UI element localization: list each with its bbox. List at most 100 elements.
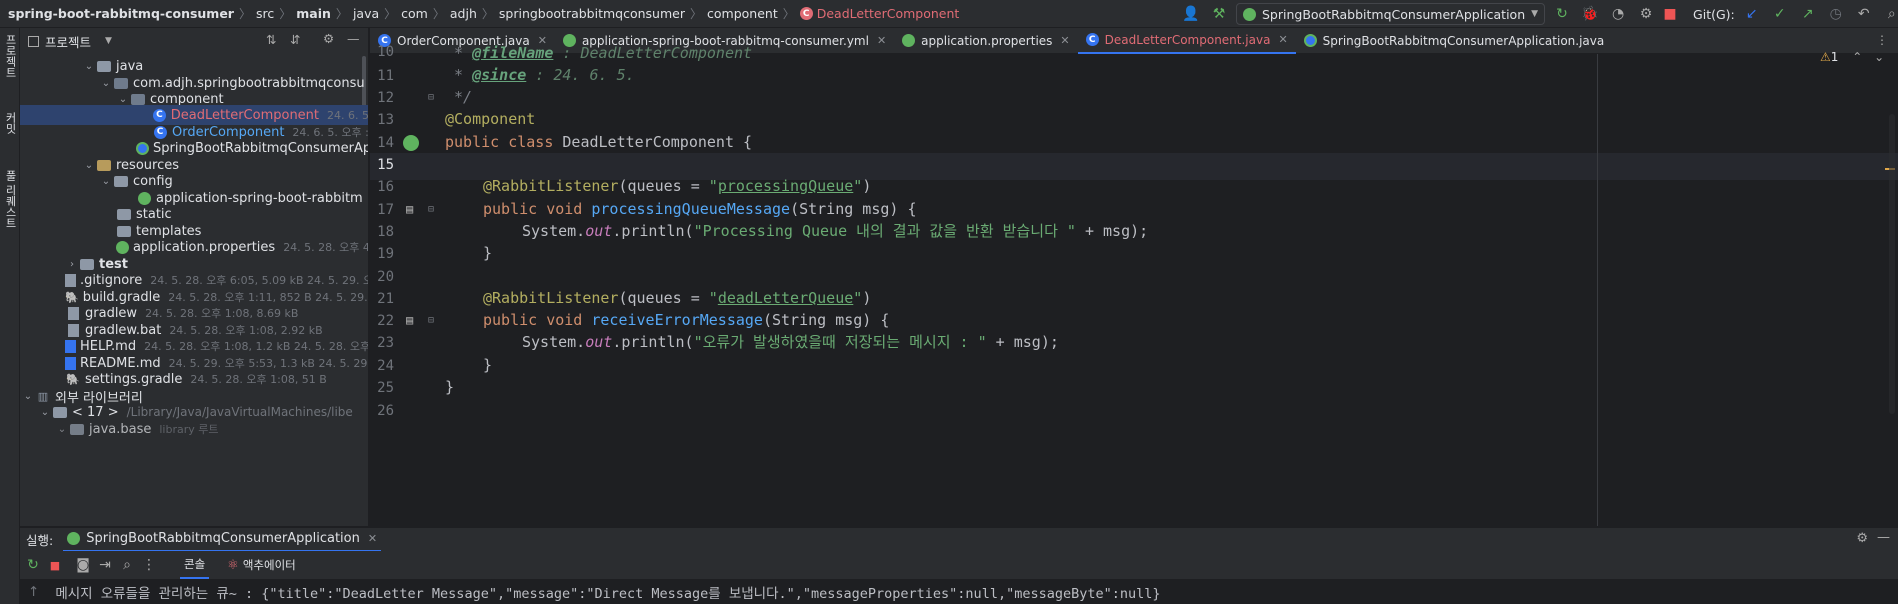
run-toolbar: ↻ ■ ◙ ⇥ ⌕ ⋮ 콘솔 ⚛ 액추에이터 — [20, 551, 1898, 579]
spring-icon — [67, 532, 81, 545]
chevron-down-icon: ⌄ — [101, 175, 111, 187]
breadcrumb-file[interactable]: DeadLetterComponent — [817, 6, 960, 21]
scroll-up-icon[interactable]: ↑ — [28, 584, 39, 600]
project-title[interactable]: 프로젝트 — [45, 32, 91, 51]
project-view-icon — [28, 35, 39, 47]
breadcrumb-package[interactable]: springbootrabbitmqconsumer — [499, 6, 685, 21]
project-panel: 프로젝트 ▼ ⇅ ⇵ ⚙ — ⌄ java ⌄ com.adjh.springboo… — [20, 28, 369, 526]
sidebar-tab-project[interactable]: 프로젝트 — [2, 34, 18, 78]
stop-icon[interactable]: ■ — [44, 554, 66, 576]
breadcrumb-component[interactable]: component — [707, 6, 778, 21]
class-icon: C — [1085, 33, 1099, 46]
sidebar-tab-pull-request[interactable]: 풀 리퀘스트 — [2, 170, 18, 229]
more-icon[interactable]: ⋮ — [138, 554, 160, 576]
line-number: 18 — [377, 224, 394, 240]
exit-icon[interactable]: ⇥ — [94, 554, 116, 576]
file-icon — [65, 306, 81, 320]
folder-icon — [96, 59, 112, 73]
inspection-widget[interactable]: ⚠1 ⌃ ⌄ — [1820, 50, 1884, 64]
editor-scrollbar[interactable] — [1889, 114, 1895, 414]
close-icon[interactable]: ✕ — [1278, 33, 1287, 46]
tree-item-java-base[interactable]: ⌄ java.base library 루트 — [20, 419, 368, 439]
rerun-icon[interactable]: ↻ — [1551, 3, 1573, 25]
git-push-icon[interactable]: ↗ — [1797, 3, 1819, 25]
close-icon[interactable]: ✕ — [368, 532, 377, 545]
breadcrumb-com[interactable]: com — [401, 6, 428, 21]
breadcrumb-separator: 〉 — [481, 7, 494, 21]
spring-bean-gutter-icon[interactable] — [403, 135, 419, 151]
right-margin-guide — [1597, 54, 1598, 526]
tab-application-properties[interactable]: application.properties ✕ — [894, 28, 1077, 54]
close-icon[interactable]: ✕ — [877, 34, 886, 47]
breadcrumb-project[interactable]: spring-boot-rabbitmq-consumer — [8, 6, 234, 21]
fold-icon[interactable]: ⊟ — [428, 92, 434, 103]
code-editor[interactable]: ⚠1 ⌃ ⌄ 10 11 12 13 14 15 16 17 18 19 20 … — [370, 44, 1898, 526]
breadcrumb-java[interactable]: java — [353, 6, 379, 21]
chevron-down-icon[interactable]: ⌄ — [1874, 50, 1884, 64]
fold-icon[interactable]: ⊟ — [428, 315, 434, 326]
gear-icon[interactable]: ⚙ — [323, 31, 334, 46]
spring-icon — [1243, 7, 1256, 21]
chevron-down-icon: ⌄ — [84, 60, 94, 72]
breadcrumb-main[interactable]: main — [296, 6, 331, 21]
tab-deadlettercomponent[interactable]: C DeadLetterComponent.java ✕ — [1077, 28, 1296, 54]
breadcrumb-adjh[interactable]: adjh — [450, 6, 477, 21]
run-config-selector[interactable]: SpringBootRabbitmqConsumerApplication ▼ — [1236, 3, 1546, 25]
tab-console[interactable]: 콘솔 — [180, 551, 210, 579]
line-number: 15 — [377, 157, 394, 173]
tab-overflow-icon[interactable]: ⋮ — [1876, 33, 1888, 47]
console-line: 메시지 오류들을 관리하는 큐~ : {"title":"DeadLetter … — [55, 585, 1161, 602]
user-icon[interactable]: 👤 — [1180, 3, 1202, 25]
rollback-icon[interactable]: ↶ — [1853, 3, 1875, 25]
tab-actuator[interactable]: ⚛ 액추에이터 — [227, 551, 296, 579]
folder-icon — [116, 207, 132, 221]
code-line-18: System.out.println("Processing Queue 내의 … — [522, 222, 1149, 240]
history-icon[interactable]: ◷ — [1825, 3, 1847, 25]
camera-icon[interactable]: ◙ — [72, 554, 94, 576]
line-number: 25 — [377, 380, 394, 396]
markdown-icon — [65, 339, 76, 353]
line-number: 23 — [377, 335, 394, 351]
chevron-right-icon: › — [70, 258, 74, 270]
code-line-25: } — [445, 378, 455, 396]
build-hammer-icon[interactable]: ⚒ — [1208, 3, 1230, 25]
navigation-bar: spring-boot-rabbitmq-consumer 〉 src 〉 main… — [0, 0, 1898, 28]
folder-icon — [116, 224, 132, 238]
breadcrumb-src[interactable]: src — [256, 6, 274, 21]
fold-icon[interactable]: ⊟ — [428, 204, 434, 215]
console-output[interactable]: ↑ 메시지 오류들을 관리하는 큐~ : {"title":"DeadLette… — [20, 579, 1898, 604]
git-commit-icon[interactable]: ✓ — [1769, 3, 1791, 25]
expand-all-icon[interactable]: ⇅ — [266, 32, 276, 47]
folder-icon — [52, 405, 68, 419]
close-icon[interactable]: ✕ — [1060, 34, 1069, 47]
profiler-icon[interactable]: ⚙ — [1635, 3, 1657, 25]
run-config-tab[interactable]: SpringBootRabbitmqConsumerApplication ✕ — [63, 528, 382, 552]
rabbit-listener-gutter-icon[interactable]: ▤ — [406, 313, 413, 327]
sidebar-tab-commit[interactable]: 커밋 — [2, 112, 18, 134]
breadcrumb-separator: 〉 — [689, 7, 702, 21]
chevron-down-icon: ⌄ — [84, 159, 94, 171]
rerun-icon[interactable]: ↻ — [22, 554, 44, 576]
rabbit-listener-gutter-icon[interactable]: ▤ — [406, 202, 413, 216]
minimize-icon[interactable]: — — [347, 31, 360, 46]
gear-icon[interactable]: ⚙ — [1856, 531, 1868, 546]
coverage-icon[interactable]: ◔ — [1607, 3, 1629, 25]
collapse-all-icon[interactable]: ⇵ — [290, 32, 300, 47]
chevron-up-icon[interactable]: ⌃ — [1852, 50, 1862, 64]
gradle-icon: 🐘 — [66, 372, 80, 386]
code-line-14: public class DeadLetterComponent { — [445, 133, 753, 151]
minimize-icon[interactable]: — — [1877, 530, 1890, 545]
search-icon[interactable]: ⌕ — [1881, 3, 1898, 25]
git-update-icon[interactable]: ↙ — [1741, 3, 1763, 25]
package-icon — [130, 92, 146, 106]
chevron-down-icon: ⌄ — [57, 423, 67, 435]
stop-icon[interactable]: ■ — [1663, 3, 1677, 25]
code-line-11: * @since : 24. 6. 5. — [445, 66, 635, 84]
class-icon: C — [152, 108, 167, 122]
chevron-down-icon[interactable]: ▼ — [105, 36, 112, 46]
warning-icon: ⚠ — [1820, 50, 1831, 64]
debug-icon[interactable]: 🐞 — [1579, 3, 1601, 25]
search-icon[interactable]: ⌕ — [116, 554, 138, 576]
tab-application-java[interactable]: SpringBootRabbitmqConsumerApplication.ja… — [1296, 28, 1613, 54]
spring-icon — [902, 34, 916, 47]
